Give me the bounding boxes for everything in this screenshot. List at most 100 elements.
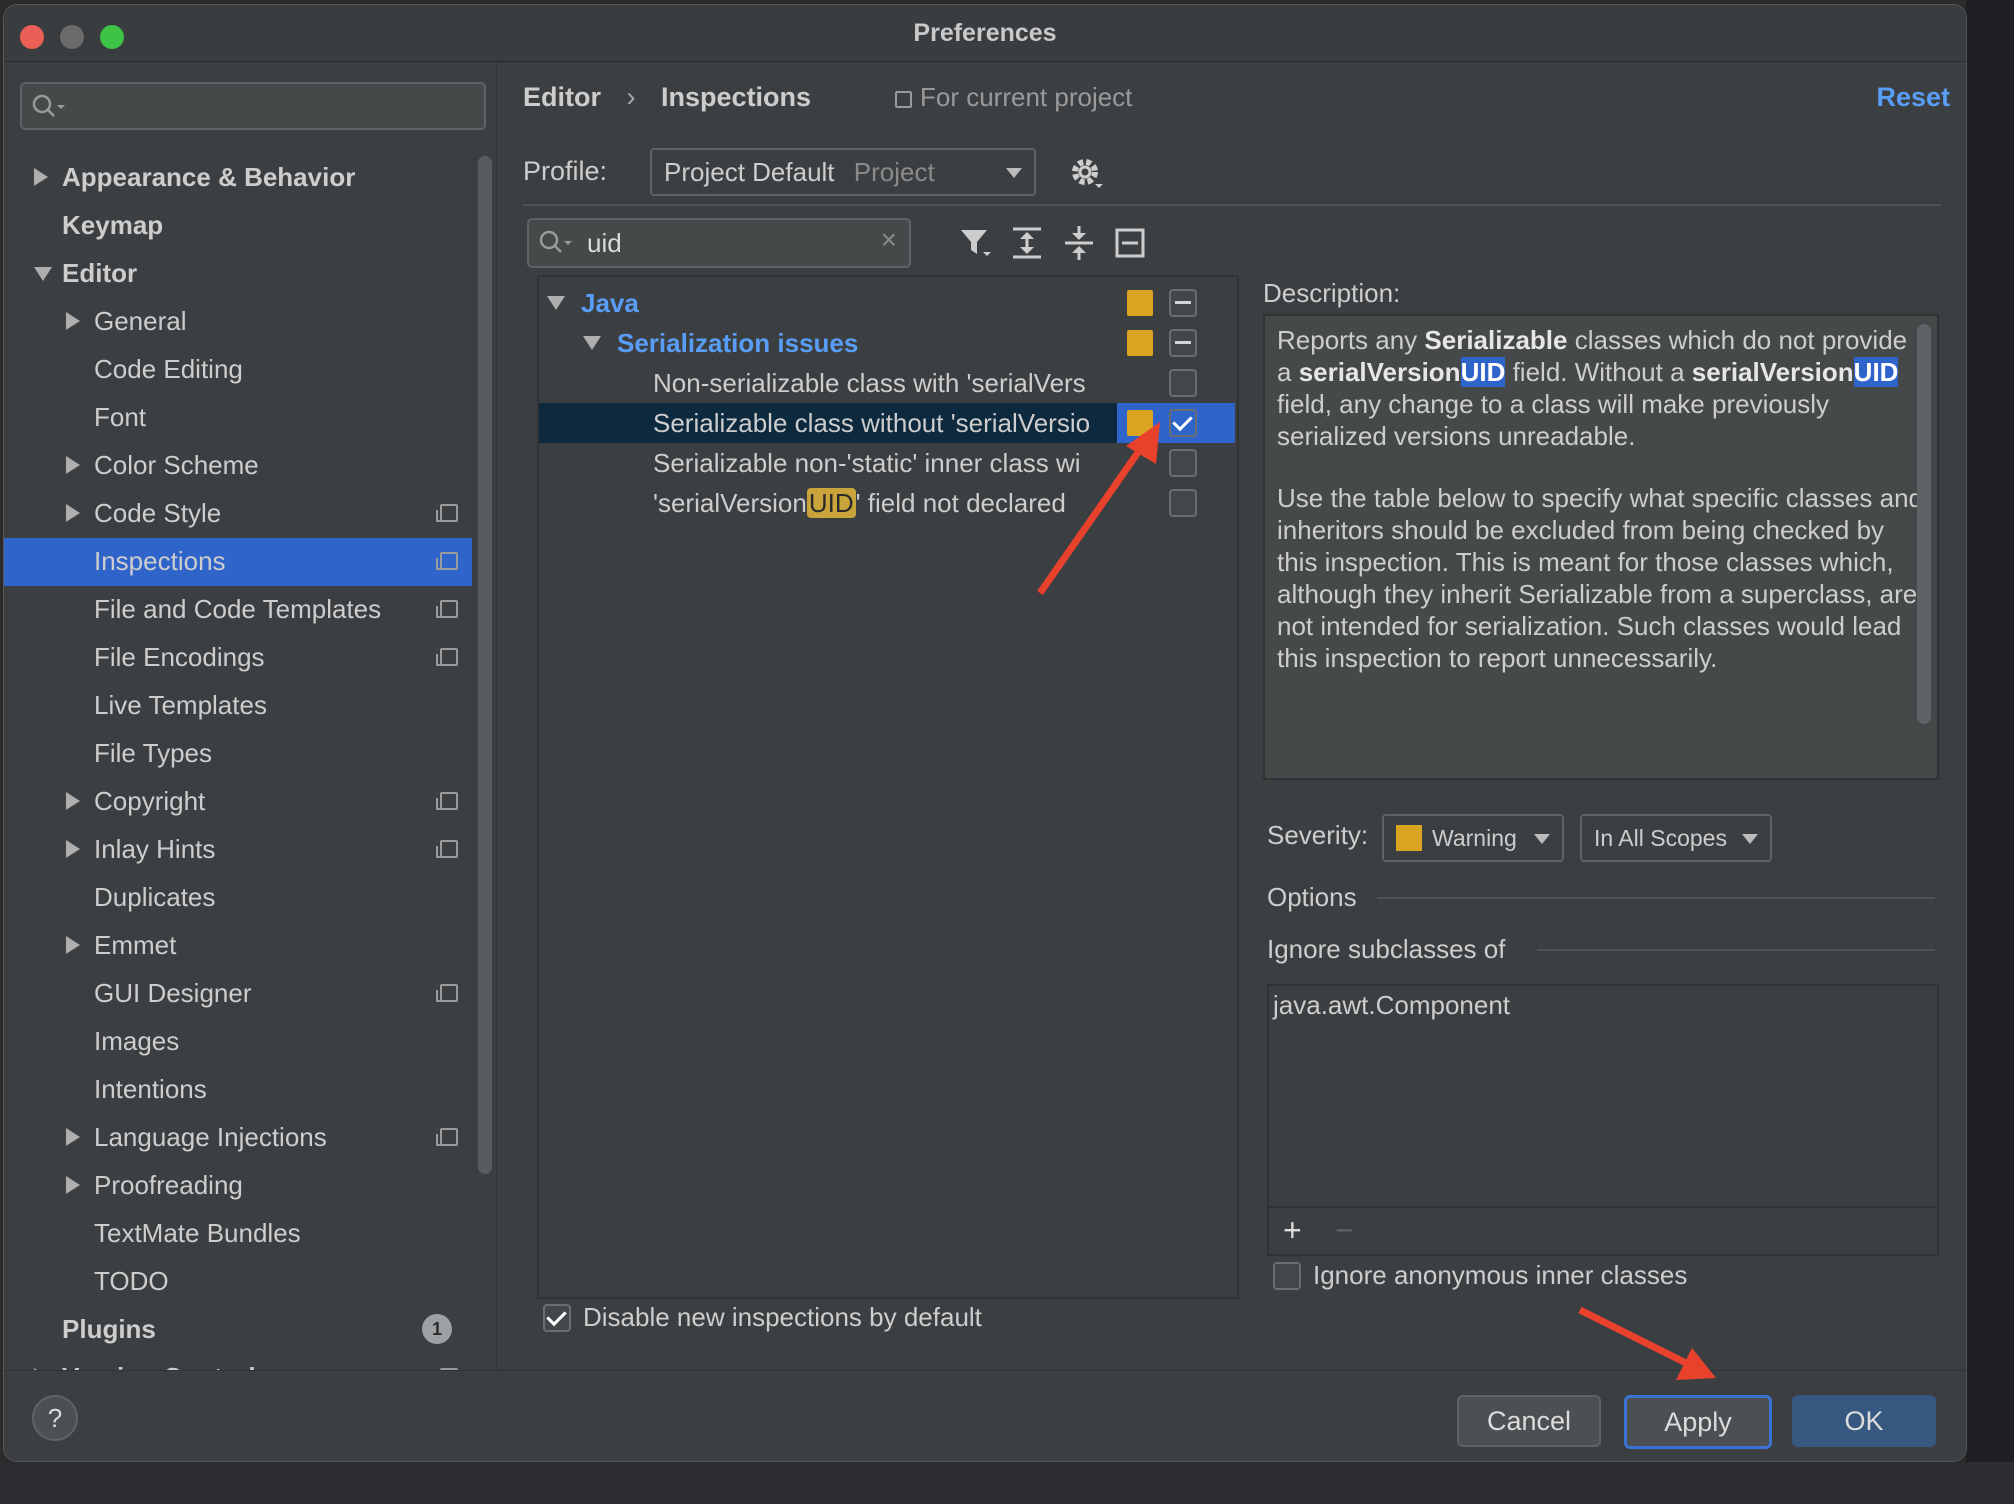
project-scope-icon [895, 90, 912, 108]
cancel-button[interactable]: Cancel [1457, 1395, 1601, 1447]
sidebar-item-gui-designer[interactable]: GUI Designer [4, 970, 474, 1016]
collapsed-triangle-icon[interactable] [66, 456, 80, 474]
collapsed-triangle-icon[interactable] [34, 168, 48, 186]
remove-button[interactable]: − [1335, 1212, 1354, 1249]
collapsed-triangle-icon[interactable] [66, 840, 80, 858]
sidebar-item-file-encodings[interactable]: File Encodings [4, 634, 474, 680]
apply-button[interactable]: Apply [1624, 1395, 1772, 1449]
sidebar-item-label: Copyright [94, 786, 206, 816]
sidebar-item-textmate-bundles[interactable]: TextMate Bundles [4, 1210, 474, 1256]
sidebar-item-live-templates[interactable]: Live Templates [4, 682, 474, 728]
sidebar-item-plugins[interactable]: Plugins 1 [4, 1306, 474, 1352]
sidebar-item-general[interactable]: General [4, 298, 474, 344]
inspection-checkbox[interactable] [1169, 369, 1197, 397]
breadcrumb-editor[interactable]: Editor [523, 82, 601, 112]
subgroup-checkbox[interactable] [1169, 329, 1197, 357]
sidebar-item-code-editing[interactable]: Code Editing [4, 346, 474, 392]
severity-label: Severity: [1267, 820, 1369, 850]
reset-link[interactable]: Reset [1876, 82, 1950, 113]
sidebar-item-file-types[interactable]: File Types [4, 730, 474, 776]
sidebar-item-code-style[interactable]: Code Style [4, 490, 474, 536]
sidebar-item-keymap[interactable]: Keymap [4, 202, 474, 248]
tree-group-java[interactable]: Java [539, 283, 1235, 323]
options-separator [1377, 897, 1935, 899]
sidebar-item-inspections[interactable]: Inspections [4, 538, 474, 584]
sidebar-item-language-injections[interactable]: Language Injections [4, 1114, 474, 1160]
ignore-anonymous-label: Ignore anonymous inner classes [1313, 1260, 1688, 1290]
preferences-window: Preferences Appearance & Behavior Keymap E… [3, 4, 1967, 1462]
collapsed-triangle-icon[interactable] [66, 1128, 80, 1146]
sidebar-item-editor[interactable]: Editor [4, 250, 474, 296]
sidebar-item-copyright[interactable]: Copyright [4, 778, 474, 824]
inspection-checkbox[interactable] [1169, 409, 1197, 437]
expand-all-icon[interactable] [1011, 226, 1043, 260]
help-button[interactable]: ? [32, 1395, 78, 1441]
scope-dropdown[interactable]: In All Scopes [1580, 814, 1772, 862]
dialog-footer: ? Cancel Apply OK [4, 1370, 1966, 1461]
severity-color-icon [1127, 290, 1153, 316]
profile-kind: Project [853, 157, 935, 187]
desktop-background [1966, 0, 2014, 1504]
sidebar-item-proofreading[interactable]: Proofreading [4, 1162, 474, 1208]
inspection-row[interactable]: Non-serializable class with 'serialVers [539, 363, 1235, 403]
description-scrollbar[interactable] [1917, 324, 1931, 724]
sidebar-scrollbar[interactable] [478, 156, 492, 1174]
sidebar-item-font[interactable]: Font [4, 394, 474, 440]
inspection-checkbox[interactable] [1169, 489, 1197, 517]
sidebar-item-version-control[interactable]: Version Control [4, 1354, 474, 1370]
expanded-triangle-icon[interactable] [583, 336, 601, 350]
sidebar-item-todo[interactable]: TODO [4, 1258, 474, 1304]
description-paragraph-2: Use the table below to specify what spec… [1277, 483, 1924, 673]
disable-new-checkbox[interactable] [543, 1304, 571, 1332]
project-scope-icon [436, 984, 458, 1002]
search-icon [32, 94, 65, 117]
inspection-filter-input[interactable]: uid × [527, 218, 911, 268]
breadcrumb: Editor › Inspections [523, 82, 811, 113]
inspection-checkbox[interactable] [1169, 449, 1197, 477]
gear-icon[interactable] [1069, 156, 1105, 192]
sidebar-item-file-and-code-templates[interactable]: File and Code Templates [4, 586, 474, 632]
filter-value: uid [587, 228, 622, 258]
profile-dropdown[interactable]: Project Default Project [650, 148, 1036, 196]
sidebar-item-appearance-behavior[interactable]: Appearance & Behavior [4, 154, 474, 200]
scope-note: For current project [895, 82, 1132, 113]
sidebar-item-duplicates[interactable]: Duplicates [4, 874, 474, 920]
collapsed-triangle-icon[interactable] [66, 312, 80, 330]
add-button[interactable]: + [1283, 1212, 1302, 1249]
collapsed-triangle-icon[interactable] [66, 936, 80, 954]
sidebar-item-emmet[interactable]: Emmet [4, 922, 474, 968]
collapsed-triangle-icon[interactable] [66, 504, 80, 522]
severity-dropdown[interactable]: Warning [1382, 814, 1564, 862]
clear-filter-icon[interactable]: × [881, 224, 897, 256]
sidebar-item-intentions[interactable]: Intentions [4, 1066, 474, 1112]
ignore-subclasses-list[interactable]: java.awt.Component + − [1267, 984, 1939, 1256]
ignore-subclass-item[interactable]: java.awt.Component [1273, 990, 1510, 1021]
sidebar-item-label: Keymap [62, 210, 164, 240]
group-checkbox[interactable] [1169, 289, 1197, 317]
sidebar-item-images[interactable]: Images [4, 1018, 474, 1064]
settings-search-input[interactable] [20, 82, 486, 130]
ignore-anonymous-checkbox[interactable] [1273, 1262, 1301, 1290]
expanded-triangle-icon[interactable] [34, 267, 52, 281]
breadcrumb-separator: › [626, 82, 636, 112]
reset-to-default-icon[interactable] [1115, 228, 1145, 258]
chevron-down-icon [1006, 168, 1022, 178]
scope-value: In All Scopes [1594, 825, 1727, 851]
sidebar-item-label: Images [94, 1026, 180, 1056]
chevron-down-icon [1534, 834, 1550, 844]
collapsed-triangle-icon[interactable] [66, 792, 80, 810]
expanded-triangle-icon[interactable] [547, 296, 565, 310]
sidebar-item-color-scheme[interactable]: Color Scheme [4, 442, 474, 488]
filter-icon[interactable] [959, 226, 993, 260]
sidebar-item-inlay-hints[interactable]: Inlay Hints [4, 826, 474, 872]
ok-button[interactable]: OK [1792, 1395, 1936, 1447]
group-label: Java [581, 288, 639, 318]
sidebar-item-label: Plugins [62, 1314, 156, 1344]
tree-subgroup-serialization[interactable]: Serialization issues [539, 323, 1235, 363]
options-title: Options [1267, 882, 1357, 912]
project-scope-icon [436, 1128, 458, 1146]
collapse-all-icon[interactable] [1063, 226, 1095, 260]
sidebar-item-label: Appearance & Behavior [62, 162, 356, 192]
collapsed-triangle-icon[interactable] [66, 1176, 80, 1194]
sidebar-item-label: Code Style [94, 498, 222, 528]
